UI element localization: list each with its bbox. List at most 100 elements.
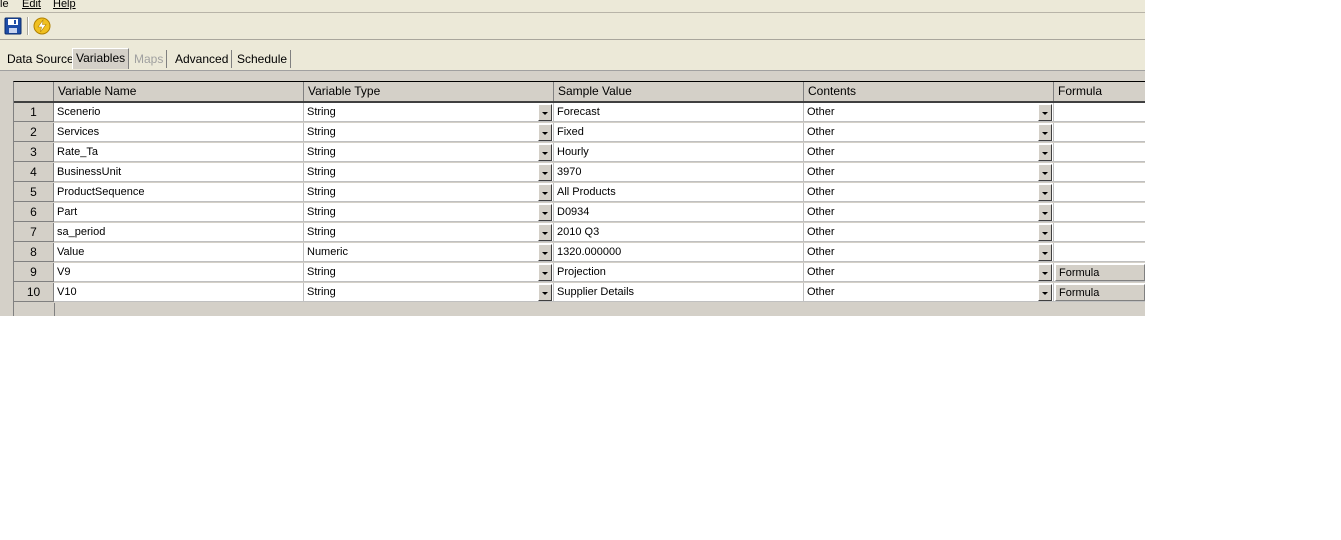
contents-dropdown[interactable]: Other xyxy=(804,263,1054,282)
column-header-contents[interactable]: Contents xyxy=(804,82,1054,101)
variable-name-cell[interactable]: Scenerio xyxy=(54,103,304,122)
contents-dropdown[interactable]: Other xyxy=(804,223,1054,242)
row-number[interactable]: 6 xyxy=(14,203,54,222)
chevron-down-icon[interactable] xyxy=(1038,244,1052,261)
chevron-down-icon[interactable] xyxy=(538,184,552,201)
sample-value-cell[interactable]: Forecast xyxy=(554,103,804,122)
variable-name-cell[interactable]: BusinessUnit xyxy=(54,163,304,182)
variable-name-cell[interactable]: ProductSequence xyxy=(54,183,304,202)
sample-value-cell[interactable]: D0934 xyxy=(554,203,804,222)
variable-type-dropdown[interactable]: String xyxy=(304,163,554,182)
column-header-variable-name[interactable]: Variable Name xyxy=(54,82,304,101)
variable-type-dropdown[interactable]: Numeric xyxy=(304,243,554,262)
chevron-down-icon[interactable] xyxy=(1038,204,1052,221)
contents-dropdown[interactable]: Other xyxy=(804,283,1054,302)
run-button[interactable] xyxy=(33,17,51,35)
chevron-down-icon[interactable] xyxy=(538,244,552,261)
menu-file[interactable]: le xyxy=(0,0,9,11)
chevron-down-icon[interactable] xyxy=(1038,264,1052,281)
sample-value-cell[interactable]: Supplier Details xyxy=(554,283,804,302)
formula-cell[interactable] xyxy=(1054,183,1145,202)
variable-type-dropdown[interactable]: String xyxy=(304,183,554,202)
contents-dropdown[interactable]: Other xyxy=(804,183,1054,202)
sample-value-cell[interactable]: Projection xyxy=(554,263,804,282)
chevron-down-icon[interactable] xyxy=(1038,184,1052,201)
row-number[interactable]: 5 xyxy=(14,183,54,202)
row-number[interactable]: 3 xyxy=(14,143,54,162)
variable-type-dropdown[interactable]: String xyxy=(304,143,554,162)
sample-value-cell[interactable]: Hourly xyxy=(554,143,804,162)
chevron-down-icon[interactable] xyxy=(538,104,552,121)
formula-button[interactable]: Formula xyxy=(1055,264,1145,281)
variable-type-dropdown[interactable]: String xyxy=(304,283,554,302)
sample-value-cell[interactable]: 1320.000000 xyxy=(554,243,804,262)
variable-name-cell[interactable]: Part xyxy=(54,203,304,222)
tab-variables[interactable]: Variables xyxy=(72,48,130,69)
save-button[interactable] xyxy=(4,17,22,35)
variable-type-dropdown[interactable]: String xyxy=(304,203,554,222)
menu-bar: le Edit Help xyxy=(0,0,1145,13)
chevron-down-icon[interactable] xyxy=(538,204,552,221)
column-header-sample-value[interactable]: Sample Value xyxy=(554,82,804,101)
formula-cell[interactable] xyxy=(1054,163,1145,182)
table-row: 8 Value Numeric 1320.000000 Other xyxy=(14,243,1145,263)
row-number[interactable]: 4 xyxy=(14,163,54,182)
formula-cell[interactable] xyxy=(1054,243,1145,262)
row-number[interactable]: 1 xyxy=(14,103,54,122)
formula-button[interactable]: Formula xyxy=(1055,284,1145,301)
variable-type-dropdown[interactable]: String xyxy=(304,103,554,122)
row-number[interactable]: 9 xyxy=(14,263,54,282)
variable-type-dropdown[interactable]: String xyxy=(304,263,554,282)
menu-edit[interactable]: Edit xyxy=(22,0,41,11)
chevron-down-icon[interactable] xyxy=(538,164,552,181)
row-number[interactable]: 10 xyxy=(14,283,54,302)
chevron-down-icon[interactable] xyxy=(1038,144,1052,161)
contents-dropdown[interactable]: Other xyxy=(804,123,1054,142)
application-window: le Edit Help Data Source Variables Maps … xyxy=(0,0,1145,316)
chevron-down-icon[interactable] xyxy=(1038,124,1052,141)
chevron-down-icon[interactable] xyxy=(538,124,552,141)
row-number[interactable]: 7 xyxy=(14,223,54,242)
chevron-down-icon[interactable] xyxy=(1038,104,1052,121)
sample-value-cell[interactable]: 2010 Q3 xyxy=(554,223,804,242)
variable-name-cell[interactable]: Services xyxy=(54,123,304,142)
formula-cell[interactable] xyxy=(1054,123,1145,142)
chevron-down-icon[interactable] xyxy=(538,264,552,281)
contents-dropdown[interactable]: Other xyxy=(804,243,1054,262)
row-number[interactable]: 8 xyxy=(14,243,54,262)
sample-value-cell[interactable]: All Products xyxy=(554,183,804,202)
contents-dropdown[interactable]: Other xyxy=(804,203,1054,222)
menu-help[interactable]: Help xyxy=(53,0,76,11)
contents-dropdown[interactable]: Other xyxy=(804,163,1054,182)
tab-schedule[interactable]: Schedule xyxy=(234,50,292,68)
variable-type-dropdown[interactable]: String xyxy=(304,223,554,242)
row-number[interactable]: 2 xyxy=(14,123,54,142)
contents-value: Other xyxy=(807,126,835,138)
variable-name-cell[interactable]: sa_period xyxy=(54,223,304,242)
chevron-down-icon[interactable] xyxy=(1038,164,1052,181)
variable-name-cell[interactable]: Rate_Ta xyxy=(54,143,304,162)
chevron-down-icon[interactable] xyxy=(538,284,552,301)
chevron-down-icon[interactable] xyxy=(538,144,552,161)
variable-name-cell[interactable]: V9 xyxy=(54,263,304,282)
variable-name-cell[interactable]: Value xyxy=(54,243,304,262)
chevron-down-icon[interactable] xyxy=(1038,224,1052,241)
contents-dropdown[interactable]: Other xyxy=(804,143,1054,162)
column-header-variable-type[interactable]: Variable Type xyxy=(304,82,554,101)
contents-dropdown[interactable]: Other xyxy=(804,103,1054,122)
contents-value: Other xyxy=(807,186,835,198)
formula-cell[interactable] xyxy=(1054,103,1145,122)
sample-value-cell[interactable]: 3970 xyxy=(554,163,804,182)
column-header-formula[interactable]: Formula xyxy=(1054,82,1145,101)
chevron-down-icon[interactable] xyxy=(538,224,552,241)
tab-advanced[interactable]: Advanced xyxy=(172,50,233,68)
chevron-down-icon[interactable] xyxy=(1038,284,1052,301)
variable-name-cell[interactable]: V10 xyxy=(54,283,304,302)
formula-cell[interactable] xyxy=(1054,223,1145,242)
sample-value-cell[interactable]: Fixed xyxy=(554,123,804,142)
formula-cell[interactable] xyxy=(1054,143,1145,162)
tab-data-source[interactable]: Data Source xyxy=(4,50,78,68)
variable-type-dropdown[interactable]: String xyxy=(304,123,554,142)
formula-cell[interactable] xyxy=(1054,203,1145,222)
corner-header[interactable] xyxy=(14,82,54,101)
